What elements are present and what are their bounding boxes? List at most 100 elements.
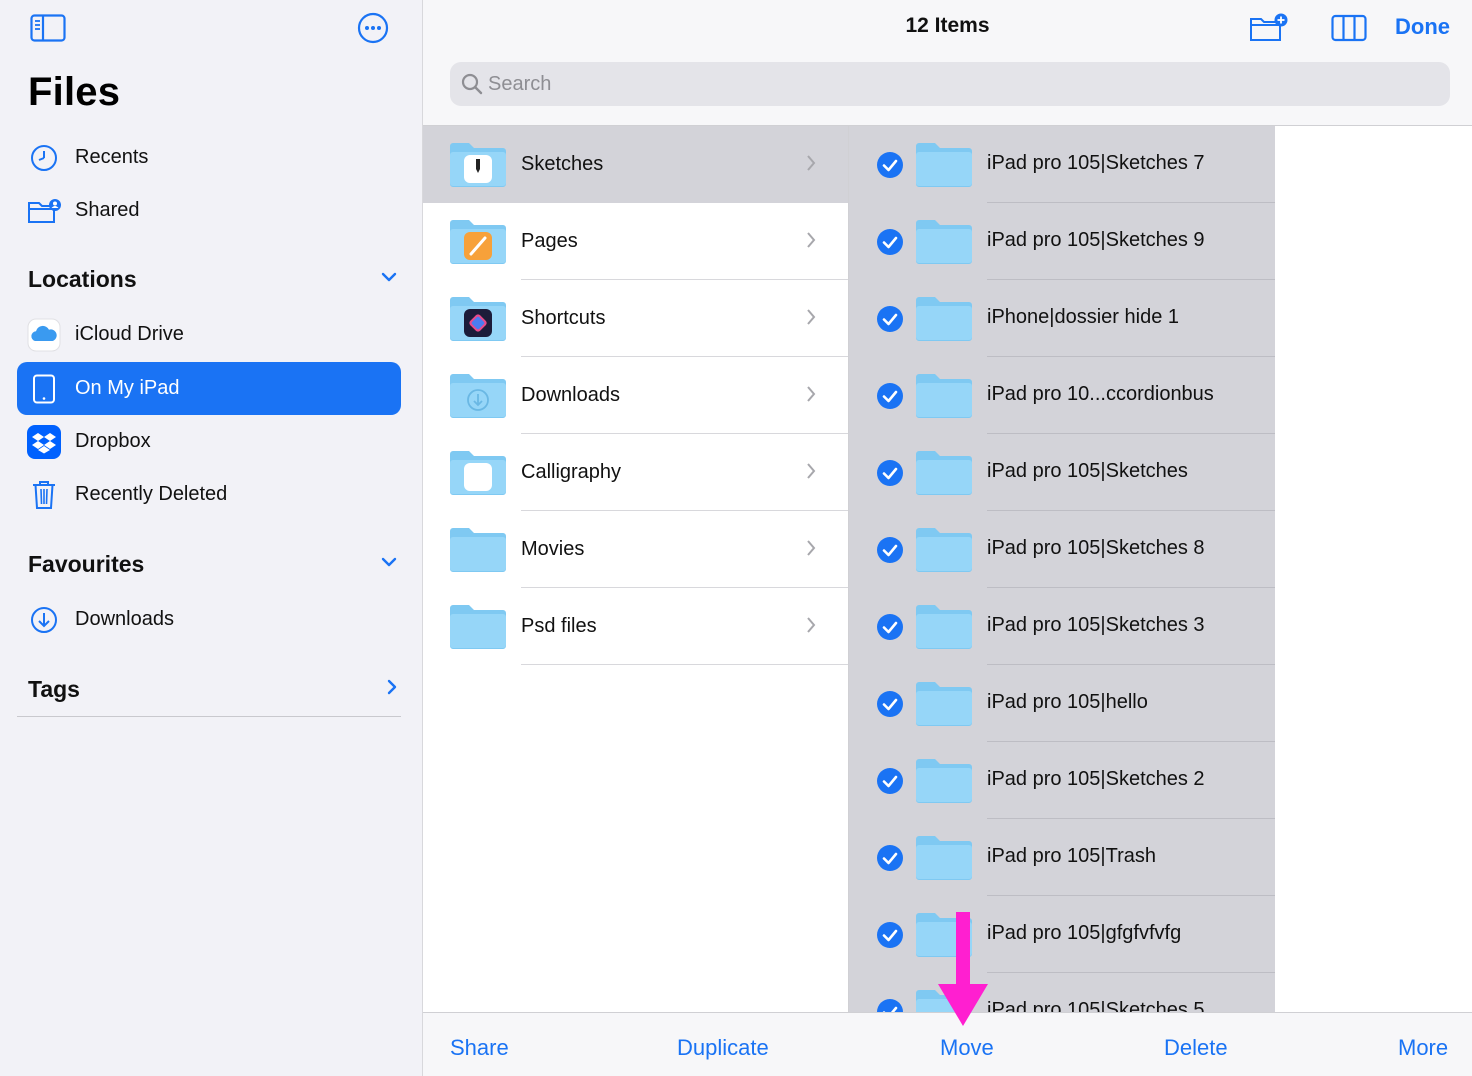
list-item[interactable]: iPad pro 105|Sketches 7 <box>849 126 1275 203</box>
new-folder-icon[interactable] <box>1249 10 1289 46</box>
folder-name: Pages <box>521 230 578 252</box>
sidebar-item-on-my-ipad[interactable]: On My iPad <box>17 362 401 415</box>
duplicate-button[interactable]: Duplicate <box>677 1035 769 1061</box>
folder-icon <box>915 679 973 732</box>
checkmark-icon[interactable] <box>876 844 904 877</box>
empty-column <box>1275 126 1472 1012</box>
sidebar-divider <box>17 716 401 717</box>
folder-row-psd-files[interactable]: Psd files <box>423 588 848 665</box>
folder-row-downloads[interactable]: Downloads <box>423 357 848 434</box>
checkmark-icon[interactable] <box>876 382 904 415</box>
tags-header[interactable]: Tags <box>28 669 398 709</box>
more-button[interactable]: More <box>1398 1035 1448 1061</box>
sidebar-item-label: Downloads <box>75 608 174 630</box>
list-item[interactable]: iPhone|dossier hide 1 <box>849 280 1275 357</box>
list-item[interactable]: iPad pro 105|hello <box>849 665 1275 742</box>
chevron-right-icon <box>806 308 816 331</box>
folder-icon <box>915 602 973 655</box>
folder-icon <box>915 371 973 424</box>
folder-name: Calligraphy <box>521 461 622 483</box>
list-item[interactable]: iPad pro 10...ccordionbus <box>849 357 1275 434</box>
sidebar: Files Recents Shared Locations iCloud Dr… <box>0 0 423 1076</box>
chevron-down-icon[interactable] <box>380 270 398 288</box>
row-separator <box>521 664 848 665</box>
ipad-icon <box>27 372 61 406</box>
checkmark-icon[interactable] <box>876 921 904 954</box>
checkmark-icon[interactable] <box>876 151 904 184</box>
sidebar-item-dropbox[interactable]: Dropbox <box>17 415 401 468</box>
item-name: iPad pro 105|Sketches <box>987 460 1188 482</box>
checkmark-icon[interactable] <box>876 305 904 338</box>
chevron-right-icon[interactable] <box>386 678 398 701</box>
download-icon <box>27 603 61 637</box>
list-item[interactable]: iPad pro 105|gfgfvfvfg <box>849 896 1275 973</box>
sidebar-item-label: Shared <box>75 199 140 221</box>
folder-column: Sketches Pages Shortcuts Downloads Calli… <box>423 126 849 1012</box>
more-options-icon[interactable] <box>355 12 391 44</box>
folder-row-calligraphy[interactable]: Calligraphy <box>423 434 848 511</box>
trash-icon <box>27 478 61 512</box>
delete-button[interactable]: Delete <box>1164 1035 1228 1061</box>
list-item[interactable]: iPad pro 105|Sketches 8 <box>849 511 1275 588</box>
folder-name: Movies <box>521 538 585 560</box>
list-item[interactable]: iPad pro 105|Sketches <box>849 434 1275 511</box>
locations-header-label: Locations <box>28 265 137 292</box>
folder-icon <box>449 371 507 424</box>
chevron-right-icon <box>806 616 816 639</box>
folder-icon <box>915 217 973 270</box>
item-name: iPad pro 105|Sketches 8 <box>987 537 1205 559</box>
checkmark-icon[interactable] <box>876 767 904 800</box>
folder-row-shortcuts[interactable]: Shortcuts <box>423 280 848 357</box>
move-button[interactable]: Move <box>940 1035 994 1061</box>
folder-row-movies[interactable]: Movies <box>423 511 848 588</box>
list-item[interactable]: iPad pro 105|Sketches 3 <box>849 588 1275 665</box>
folder-icon <box>449 217 507 270</box>
sidebar-item-downloads[interactable]: Downloads <box>17 593 401 646</box>
sidebar-title: Files <box>28 70 121 114</box>
checkmark-icon[interactable] <box>876 536 904 569</box>
clock-icon <box>27 141 61 175</box>
column-view-icon[interactable] <box>1331 10 1367 46</box>
sidebar-item-recently-deleted[interactable]: Recently Deleted <box>17 468 401 521</box>
chevron-right-icon <box>806 385 816 408</box>
list-item[interactable]: iPad pro 105|Trash <box>849 819 1275 896</box>
sidebar-item-recents[interactable]: Recents <box>17 131 401 184</box>
favourites-header-label: Favourites <box>28 550 145 577</box>
folder-icon <box>449 602 507 655</box>
folder-icon <box>915 294 973 347</box>
annotation-arrow-icon <box>938 912 988 1033</box>
sidebar-item-shared[interactable]: Shared <box>17 184 401 237</box>
folder-icon <box>915 140 973 193</box>
done-button[interactable]: Done <box>1395 14 1450 40</box>
folder-icon <box>449 525 507 578</box>
folder-name: Shortcuts <box>521 307 606 329</box>
folder-icon <box>449 294 507 347</box>
folder-name: Downloads <box>521 384 620 406</box>
folder-row-pages[interactable]: Pages <box>423 203 848 280</box>
search-bar[interactable] <box>450 62 1450 106</box>
chevron-right-icon <box>806 231 816 254</box>
item-name: iPad pro 105|gfgfvfvfg <box>987 922 1182 944</box>
sidebar-item-label: Recents <box>75 146 149 168</box>
sidebar-toggle-icon[interactable] <box>30 12 66 44</box>
chevron-down-icon[interactable] <box>380 555 398 573</box>
item-name: iPad pro 105|Trash <box>987 845 1156 867</box>
share-button[interactable]: Share <box>450 1035 509 1061</box>
list-item[interactable]: iPad pro 105|Sketches 2 <box>849 742 1275 819</box>
checkmark-icon[interactable] <box>876 690 904 723</box>
checkmark-icon[interactable] <box>876 459 904 492</box>
favourites-header[interactable]: Favourites <box>28 544 398 584</box>
checkmark-icon[interactable] <box>876 998 904 1012</box>
list-item[interactable]: iPad pro 105|Sketches 9 <box>849 203 1275 280</box>
folder-icon <box>915 756 973 809</box>
checkmark-icon[interactable] <box>876 613 904 646</box>
locations-header[interactable]: Locations <box>28 259 398 299</box>
checkmark-icon[interactable] <box>876 228 904 261</box>
sidebar-item-icloud-drive[interactable]: iCloud Drive <box>17 308 401 361</box>
chevron-right-icon <box>806 539 816 562</box>
list-item[interactable]: iPad pro 105|Sketches 5 <box>849 973 1275 1012</box>
item-name: iPad pro 105|Sketches 2 <box>987 768 1205 790</box>
folder-row-sketches[interactable]: Sketches <box>423 126 848 203</box>
folder-icon <box>449 140 507 193</box>
search-input[interactable] <box>488 72 1388 96</box>
